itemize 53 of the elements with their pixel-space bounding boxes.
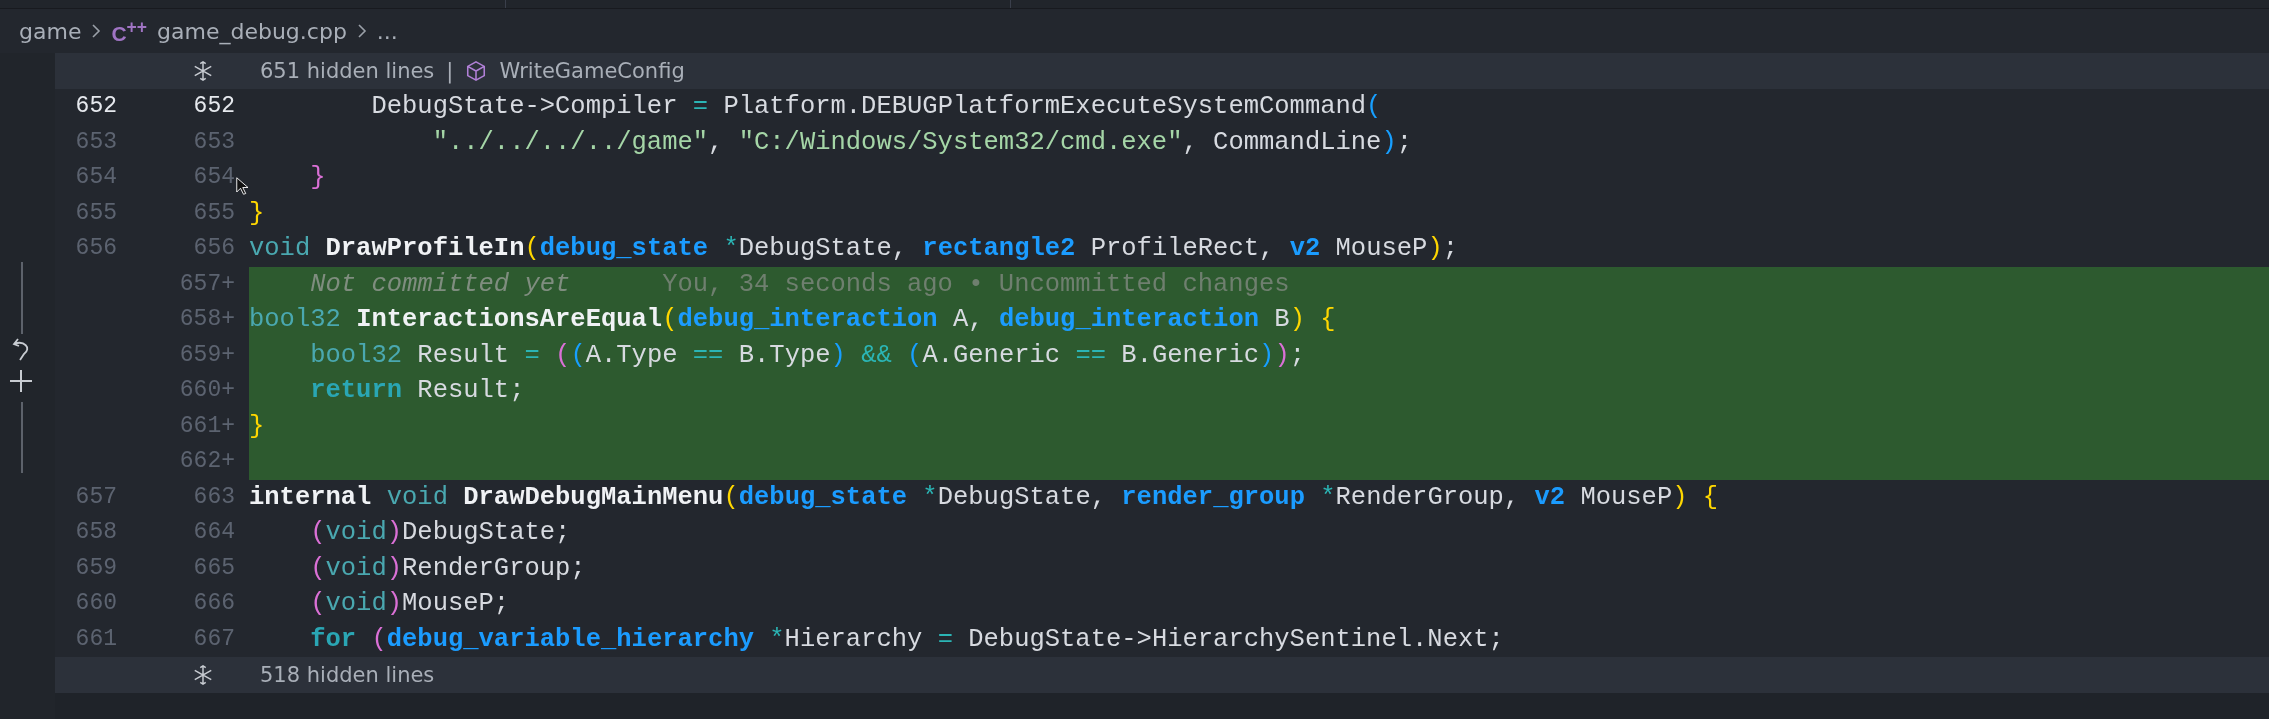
code-line: "../../../../game", "C:/Windows/System32/cmd.exe", CommandLine); (431, 126, 1414, 159)
line-number: 662+ (178, 447, 235, 476)
line-number: 666 (192, 589, 235, 618)
symbol-name[interactable]: WriteGameConfig (499, 59, 685, 83)
line-number: 652 (74, 92, 117, 121)
breadcrumb-folder[interactable]: game (19, 18, 82, 44)
code-line: (void)MouseP; (309, 588, 511, 620)
code-line: void DrawProfileIn(debug_state *DebugState, rectangle2 ProfileRect, v2 MouseP); (249, 233, 1459, 265)
line-number: 658 (74, 518, 117, 547)
folded-region-bar[interactable]: 651 hidden lines | WriteGameConfig (55, 53, 2269, 89)
code-line: } (309, 162, 327, 194)
unfold-icon[interactable] (192, 664, 214, 686)
line-number: 657+ (178, 269, 235, 299)
code-line: for (debug_variable_hierarchy *Hierarchy = DebugState->HierarchySentinel.Next; (309, 623, 1505, 656)
mouse-cursor-icon (236, 177, 248, 195)
line-number: 657 (74, 482, 117, 512)
line-number: 661 (74, 624, 117, 654)
folded-region-bar[interactable]: 518 hidden lines (55, 657, 2269, 693)
cube-icon (465, 60, 488, 82)
code-line: DebugState->Compiler = Platform.DEBUGPlatformExecuteSystemCommand( (370, 91, 1383, 123)
line-number: 664 (192, 518, 235, 547)
line-number: 656 (192, 234, 235, 263)
separator: | (446, 59, 454, 83)
line-number: 653 (74, 127, 117, 157)
code-line: internal void DrawDebugMainMenu(debug_state *DebugState, render_group *RenderGroup, v2 MouseP) { (249, 481, 1720, 514)
line-number: 653 (192, 127, 235, 157)
line-number: 663 (192, 482, 235, 512)
line-number: 655 (192, 198, 235, 228)
hidden-lines-label: 518 hidden lines (260, 663, 435, 687)
code-line: } (249, 197, 266, 230)
plus-icon[interactable] (8, 368, 34, 394)
line-number: 660+ (178, 376, 235, 405)
line-number: 661+ (178, 411, 235, 441)
breadcrumb-more[interactable]: ... (376, 18, 398, 44)
breadcrumb-file[interactable]: game_debug.cpp (157, 18, 347, 44)
line-number: 654 (192, 163, 235, 192)
code-line: (void)RenderGroup; (309, 552, 587, 585)
line-number: 665 (192, 553, 235, 583)
line-number: 652 (192, 92, 235, 121)
line-number: 658+ (178, 305, 235, 334)
hidden-lines-label: 651 hidden lines (260, 59, 435, 83)
line-number: 667 (192, 624, 235, 654)
line-number: 660 (74, 589, 117, 618)
cpp-file-icon: C$^{++}$ (111, 16, 148, 46)
unfold-icon[interactable] (192, 60, 214, 82)
line-number: 659+ (178, 340, 235, 370)
line-number: 654 (74, 163, 117, 192)
chevron-icon (91, 23, 102, 39)
code-line: (void)DebugState; (309, 517, 572, 549)
line-number: 655 (74, 198, 117, 228)
line-number: 659 (74, 553, 117, 583)
chevron-icon (356, 23, 367, 39)
line-number: 656 (74, 234, 117, 263)
